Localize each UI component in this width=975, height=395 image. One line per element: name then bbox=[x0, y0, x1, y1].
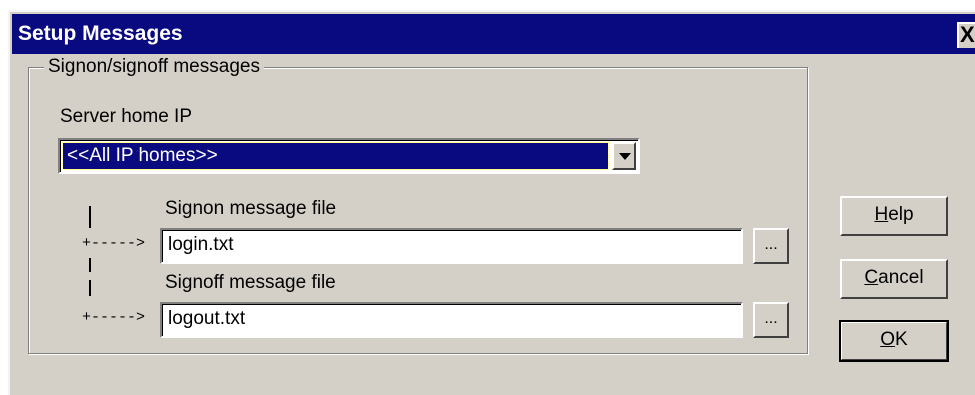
ok-label: K bbox=[895, 329, 908, 350]
help-accel: H bbox=[874, 204, 889, 225]
ok-accel: O bbox=[880, 329, 896, 350]
cancel-label: ancel bbox=[878, 267, 924, 288]
signoff-connector-arrow: +-----> bbox=[82, 309, 146, 326]
signon-message-file-input[interactable]: login.txt bbox=[160, 228, 743, 264]
help-label: elp bbox=[888, 204, 914, 225]
connector-line bbox=[89, 280, 91, 296]
dropdown-button[interactable] bbox=[612, 142, 636, 170]
groupbox-legend: Signon/signoff messages bbox=[44, 56, 264, 78]
close-button[interactable]: X bbox=[957, 22, 975, 48]
connector-line bbox=[89, 258, 91, 272]
signoff-message-file-input[interactable]: logout.txt bbox=[160, 302, 743, 338]
close-icon: X bbox=[960, 22, 975, 47]
signoff-message-file-label: Signoff message file bbox=[165, 272, 336, 293]
signon-connector-arrow: +-----> bbox=[82, 235, 146, 252]
signon-message-file-label: Signon message file bbox=[165, 198, 337, 219]
cancel-accel: C bbox=[864, 267, 879, 288]
server-home-ip-selected: <<All IP homes>> bbox=[62, 142, 609, 170]
cancel-button[interactable]: Cancel bbox=[840, 259, 948, 299]
server-home-ip-dropdown[interactable]: <<All IP homes>> bbox=[58, 138, 640, 174]
chevron-down-icon bbox=[619, 153, 631, 160]
signoff-browse-button[interactable]: ... bbox=[753, 302, 789, 338]
help-button[interactable]: Help bbox=[840, 196, 948, 236]
connector-line bbox=[89, 206, 91, 228]
ok-button[interactable]: OK bbox=[839, 320, 949, 362]
dialog-title: Setup Messages bbox=[18, 22, 183, 45]
server-home-ip-label: Server home IP bbox=[60, 106, 192, 127]
title-bar[interactable]: Setup Messages X bbox=[12, 14, 975, 54]
signon-browse-button[interactable]: ... bbox=[753, 228, 789, 264]
